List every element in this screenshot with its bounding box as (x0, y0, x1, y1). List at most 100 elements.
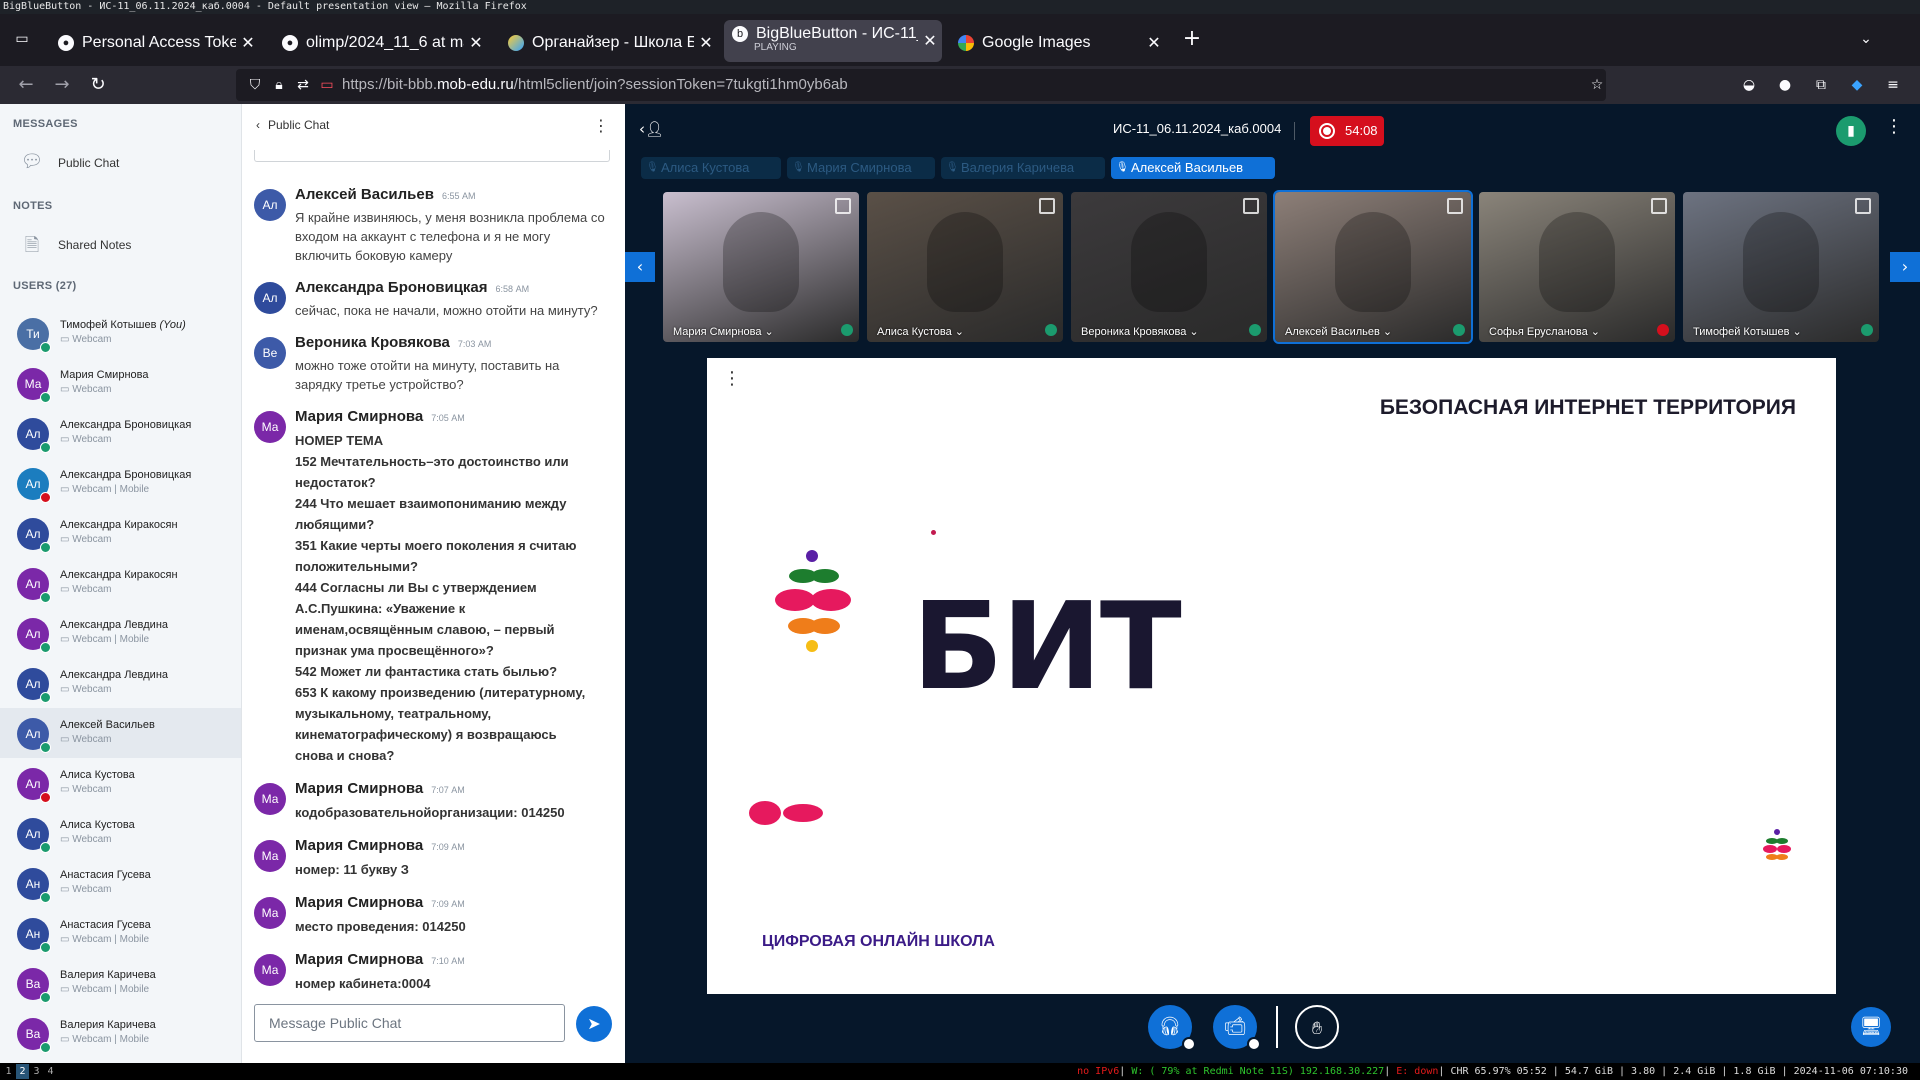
extension-icon[interactable]: ◆ (1846, 74, 1868, 96)
screen-share-icon[interactable]: ▭ (316, 74, 338, 96)
user-list-item[interactable]: Ал Александра Броновицкая ▭ Webcam (0, 408, 241, 458)
list-tabs-icon[interactable]: ⌄ (1854, 28, 1878, 50)
user-list-item[interactable]: Ан Анастасия Гусева ▭ Webcam (0, 858, 241, 908)
user-list-item[interactable]: Ал Александра Левдина ▭ Webcam (0, 658, 241, 708)
user-list-item[interactable]: Ал Алиса Кустова ▭ Webcam (0, 808, 241, 858)
send-message-button[interactable]: ➤ (576, 1006, 612, 1042)
message-line: 152 Мечтательность–это достоинство или (295, 454, 569, 469)
tab-label: Органайзер - Школа Бит (532, 34, 694, 51)
tab-organizer[interactable]: Органайзер - Школа Бит ✕ (500, 24, 718, 62)
bookmark-star-icon[interactable]: ☆ (1586, 74, 1608, 96)
video-tile[interactable]: Софья Еруcланова ⌄ (1479, 192, 1675, 342)
shared-notes-link[interactable]: 🗎︎ Shared Notes (18, 230, 132, 260)
connection-status-icon[interactable]: ▮ (1836, 116, 1866, 146)
user-status: ▭ Webcam (60, 834, 112, 845)
close-tab-icon[interactable]: ✕ (236, 33, 260, 53)
user-list-item[interactable]: Ма Мария Смирнова ▭ Webcam (0, 358, 241, 408)
toggle-user-list-icon[interactable]: ‹👤︎ (639, 120, 664, 138)
audio-status-dot (40, 392, 51, 403)
public-chat-link[interactable]: 💬︎ Public Chat (18, 148, 120, 178)
avatar: Ма (254, 897, 286, 929)
close-tab-icon[interactable]: ✕ (464, 33, 488, 53)
account-icon[interactable]: ● (1774, 74, 1796, 96)
talking-indicator[interactable]: Алексей Васильев 🎙︎ (1111, 157, 1275, 179)
tab-overview-icon[interactable]: ▭ (10, 28, 34, 50)
video-participant-name: Тимофей Котышев ⌄ (1693, 326, 1802, 338)
video-tile[interactable]: Алексей Васильев ⌄ (1273, 190, 1473, 344)
fullscreen-icon[interactable] (1243, 198, 1259, 214)
video-tile[interactable]: Мария Смирнова ⌄ (663, 192, 859, 342)
talking-indicator[interactable]: Валерия Каричева 🎙︎ (941, 157, 1105, 179)
shield-icon[interactable]: ⛉ (244, 74, 266, 96)
user-list-item[interactable]: Ал Александра Киракосян ▭ Webcam (0, 558, 241, 608)
workspace-button[interactable]: 3 (30, 1064, 43, 1079)
user-list-item[interactable]: Ва Валерия Каричева ▭ Webcam | Mobile (0, 958, 241, 1008)
new-tab-icon[interactable]: + (1180, 28, 1204, 50)
audio-button[interactable]: 🎧︎ (1148, 1005, 1196, 1051)
user-list-item[interactable]: Ан Анастасия Гусева ▭ Webcam | Mobile (0, 908, 241, 958)
participant-video (927, 212, 1003, 312)
url-bar[interactable]: ⛉ 🔒︎ ⇄ ▭ https://bit-bbb.mob-edu.ru/html… (236, 69, 1606, 101)
presentation-options-icon[interactable]: ⋮ (723, 368, 741, 389)
forward-icon[interactable]: → (50, 74, 74, 96)
webcam-icon: ▭ (60, 334, 73, 345)
fullscreen-icon[interactable] (835, 198, 851, 214)
video-tile[interactable]: Алиса Кустова ⌄ (867, 192, 1063, 342)
raise-hand-button[interactable]: ✋︎ (1295, 1005, 1339, 1049)
recording-indicator[interactable]: 54:08 (1310, 116, 1384, 146)
user-list-panel: MESSAGES 💬︎ Public Chat NOTES 🗎︎ Shared … (0, 104, 241, 1063)
chat-options-icon[interactable]: ⋮ (593, 116, 609, 135)
user-list-item[interactable]: Ва Валерия Каричева ▭ Webcam | Mobile (0, 1008, 241, 1058)
user-list-item[interactable]: Ал Алексей Васильев ▭ Webcam (0, 708, 241, 758)
audio-status-dot (40, 842, 51, 853)
cursor-dot (931, 530, 936, 535)
camera-button[interactable]: 📹︎ (1213, 1005, 1261, 1051)
carousel-next-icon[interactable]: › (1890, 252, 1920, 282)
close-tab-icon[interactable]: ✕ (1142, 33, 1166, 53)
workspace-button[interactable]: 2 (16, 1064, 29, 1079)
carousel-prev-icon[interactable]: ‹ (625, 252, 655, 282)
user-list-item[interactable]: Ал Александра Левдина ▭ Webcam | Mobile (0, 608, 241, 658)
video-tile[interactable]: Вероника Кровякова ⌄ (1071, 192, 1267, 342)
user-list-item[interactable]: Ти Тимофей Котышев (You) ▭ Webcam (0, 308, 241, 358)
tab-google-images[interactable]: Google Images ✕ (956, 24, 1166, 62)
user-list-item[interactable]: Ал Алиса Кустова ▭ Webcam (0, 758, 241, 808)
user-status: ▭ Webcam (60, 334, 112, 345)
presentation-toggle-button[interactable]: 🖥︎ (1851, 1007, 1891, 1047)
talking-indicator[interactable]: Мария Смирнова 🎙︎ (787, 157, 935, 179)
user-list-item[interactable]: Ал Александра Броновицкая ▭ Webcam | Mobil… (0, 458, 241, 508)
workspace-button[interactable]: 1 (2, 1064, 15, 1079)
audio-settings-icon[interactable] (1182, 1037, 1196, 1051)
options-menu-icon[interactable]: ⋮ (1885, 116, 1903, 137)
tab-olimp[interactable]: ● olimp/2024_11_6 at main ✕ (276, 24, 488, 62)
fullscreen-icon[interactable] (1039, 198, 1055, 214)
status-right: no IPv6| W: ( 79% at Redmi Note 11S) 192… (1077, 1066, 1908, 1077)
camera-settings-icon[interactable] (1247, 1037, 1261, 1051)
back-icon[interactable]: ← (14, 74, 38, 96)
reload-icon[interactable]: ↻ (86, 74, 110, 96)
message-line: музыкальному, театральному, (295, 706, 492, 721)
chat-header[interactable]: ‹ Public Chat (256, 118, 329, 132)
microphone-icon: 🎙︎ (946, 162, 959, 173)
fullscreen-icon[interactable] (1651, 198, 1667, 214)
extensions-icon[interactable]: ⧉ (1810, 74, 1832, 96)
lock-icon[interactable]: 🔒︎ (268, 74, 290, 96)
presentation-slide[interactable]: ⋮ БЕЗОПАСНАЯ ИНТЕРНЕТ ТЕРРИТОРИЯ БИТ ЦИФ… (707, 358, 1836, 994)
talking-indicator[interactable]: Алиса Кустова 🎙︎ (641, 157, 781, 179)
menu-icon[interactable]: ≡ (1882, 74, 1904, 96)
chat-message-input[interactable]: Message Public Chat (254, 1004, 565, 1042)
workspace-button[interactable]: 4 (44, 1064, 57, 1079)
permissions-icon[interactable]: ⇄ (292, 74, 314, 96)
user-list-item[interactable]: Ал Александра Киракосян ▭ Webcam (0, 508, 241, 558)
fullscreen-icon[interactable] (1447, 198, 1463, 214)
pocket-icon[interactable]: ◒ (1738, 74, 1760, 96)
tab-personal-access-tokens[interactable]: ● Personal Access Tokens (c ✕ (50, 24, 260, 62)
url-text[interactable]: https://bit-bbb.mob-edu.ru/html5client/j… (342, 76, 848, 93)
close-tab-icon[interactable]: ✕ (694, 33, 718, 53)
video-tile[interactable]: Тимофей Котышев ⌄ (1683, 192, 1879, 342)
tab-bigbluebutton[interactable]: b BigBlueButton - ИС-11_0( PLAYING ✕ (724, 20, 942, 62)
message-line: номер кабинета:0004 (295, 976, 431, 991)
fullscreen-icon[interactable] (1855, 198, 1871, 214)
close-tab-icon[interactable]: ✕ (918, 31, 942, 51)
message-line: признак ума просвещённого»? (295, 643, 494, 658)
